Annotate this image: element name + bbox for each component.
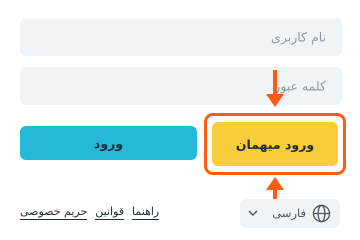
arrow-down-shaft	[273, 70, 277, 96]
login-screen: نام کاربری کلمه عبور ورود ورود میهمان را…	[0, 0, 360, 240]
password-placeholder: کلمه عبور	[274, 78, 326, 94]
guest-login-button-label: ورود میهمان	[235, 136, 315, 152]
password-field[interactable]: کلمه عبور	[20, 67, 342, 105]
username-field[interactable]: نام کاربری	[20, 18, 342, 56]
help-link[interactable]: راهنما	[132, 205, 160, 220]
login-button-label: ورود	[93, 135, 124, 151]
footer-links: راهنما قوانین حریم خصوصی	[20, 205, 160, 220]
guest-login-button[interactable]: ورود میهمان	[212, 122, 338, 166]
chevron-down-icon	[248, 210, 258, 216]
terms-link[interactable]: قوانین	[95, 205, 125, 220]
login-button[interactable]: ورود	[20, 126, 197, 160]
globe-icon	[312, 204, 331, 223]
arrow-down-icon	[266, 94, 284, 107]
privacy-link[interactable]: حریم خصوصی	[20, 205, 88, 220]
language-label: فارسی	[272, 206, 306, 220]
username-placeholder: نام کاربری	[271, 29, 326, 45]
language-selector[interactable]: فارسی	[240, 199, 340, 228]
